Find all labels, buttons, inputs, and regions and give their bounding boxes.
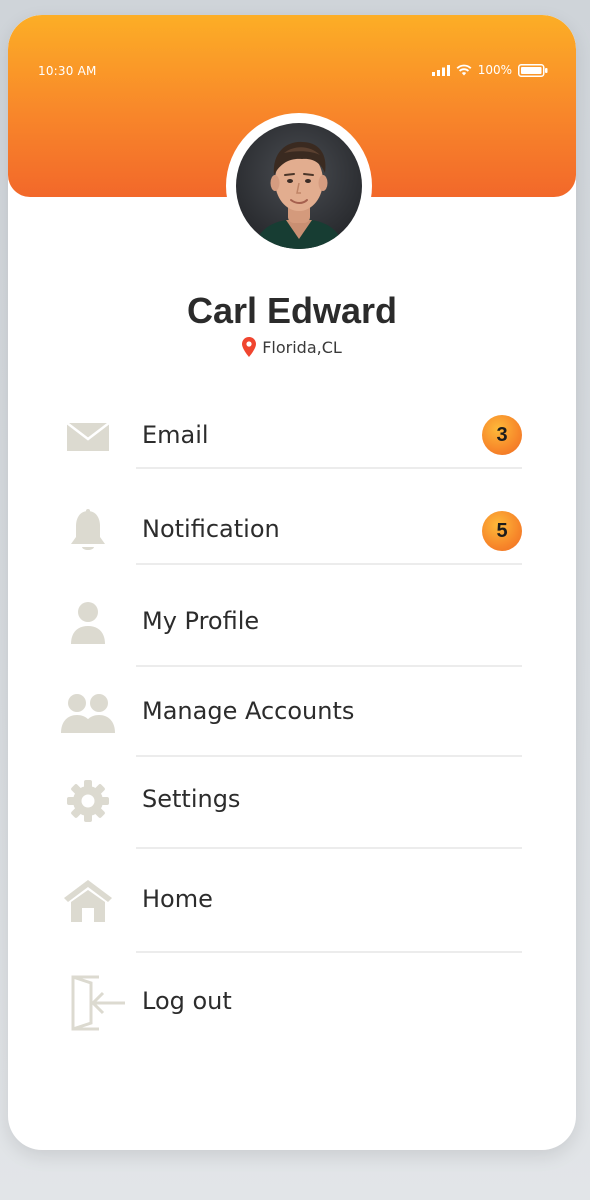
menu-divider — [136, 467, 522, 469]
location-pin-icon — [242, 337, 257, 357]
location-text: Florida,CL — [262, 337, 342, 357]
notification-count-badge: 5 — [482, 511, 522, 551]
avatar[interactable] — [236, 123, 362, 249]
menu-divider — [136, 563, 522, 565]
menu-item-log-out[interactable]: Log out — [58, 975, 522, 1035]
avatar-portrait — [254, 141, 344, 249]
users-icon — [58, 685, 118, 741]
mail-icon — [58, 409, 118, 465]
phone-screen: 10:30 AM 100% Carl Edward Florida,CL Ema… — [8, 15, 576, 1150]
menu-label-settings: Settings — [142, 785, 241, 813]
menu-item-my-profile[interactable]: My Profile — [58, 595, 522, 667]
user-icon — [58, 595, 118, 651]
wifi-icon — [456, 64, 472, 76]
logout-icon — [68, 973, 128, 1033]
menu-label-notification: Notification — [142, 515, 280, 543]
menu-label-my-profile: My Profile — [142, 607, 260, 635]
menu-item-home[interactable]: Home — [58, 873, 522, 953]
battery-percent: 100% — [477, 63, 512, 77]
menu-item-manage-accounts[interactable]: Manage Accounts — [58, 685, 522, 757]
profile-name: Carl Edward — [186, 290, 398, 331]
menu-label-home: Home — [142, 885, 213, 913]
menu-label-manage-accounts: Manage Accounts — [142, 697, 355, 725]
profile-location: Florida,CL — [8, 337, 576, 357]
signal-icon — [431, 64, 450, 76]
menu-divider — [136, 755, 522, 757]
menu-label-log-out: Log out — [142, 987, 232, 1015]
bell-icon — [58, 503, 118, 559]
battery-icon — [518, 63, 548, 77]
email-count-badge: 3 — [482, 415, 522, 455]
status-indicators: 100% — [431, 63, 548, 77]
status-time: 10:30 AM — [38, 64, 97, 78]
menu-divider — [136, 665, 522, 667]
gear-icon — [58, 773, 118, 829]
menu-item-notification[interactable]: Notification 5 — [58, 503, 522, 565]
menu-divider — [136, 951, 522, 953]
menu-divider — [136, 847, 522, 849]
menu-label-email: Email — [142, 421, 209, 449]
menu-item-settings[interactable]: Settings — [58, 773, 522, 849]
menu-item-email[interactable]: Email 3 — [58, 409, 522, 469]
home-icon — [58, 873, 118, 929]
